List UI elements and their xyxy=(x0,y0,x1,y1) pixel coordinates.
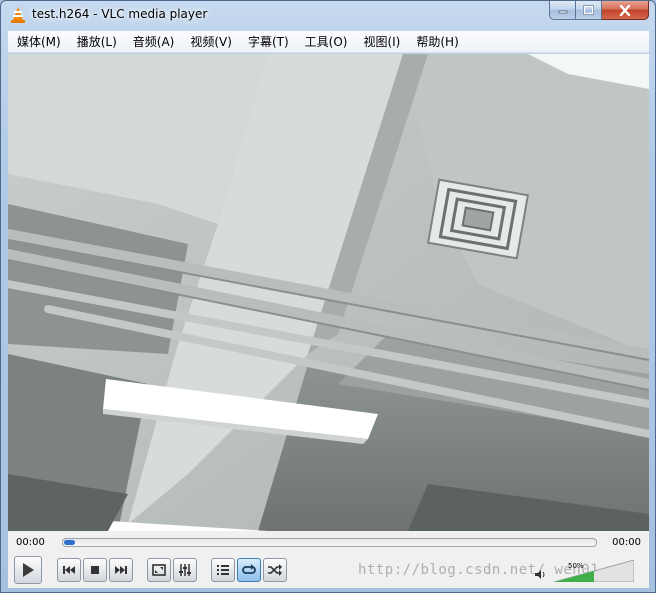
stop-button[interactable] xyxy=(83,558,107,582)
extended-settings-button[interactable] xyxy=(173,558,197,582)
menu-view[interactable]: 视图(I) xyxy=(357,31,406,52)
menu-help[interactable]: 帮助(H) xyxy=(410,31,464,52)
playlist-button[interactable] xyxy=(211,558,235,582)
seek-bar[interactable] xyxy=(62,538,597,547)
fullscreen-icon xyxy=(152,564,166,576)
volume-percent: 50% xyxy=(568,562,584,570)
loop-button[interactable] xyxy=(237,558,261,582)
play-icon xyxy=(23,563,34,577)
menu-audio[interactable]: 音频(A) xyxy=(127,31,181,52)
menu-media[interactable]: 媒体(M) xyxy=(11,31,67,52)
shuffle-icon xyxy=(268,564,282,576)
title-bar[interactable]: test.h264 - VLC media player xyxy=(1,1,655,29)
equalizer-icon xyxy=(179,564,191,576)
elapsed-time: 00:00 xyxy=(16,537,45,548)
seek-progress xyxy=(64,540,75,545)
previous-icon xyxy=(63,566,75,574)
shuffle-button[interactable] xyxy=(263,558,287,582)
next-icon xyxy=(115,566,127,574)
minimize-icon xyxy=(558,10,567,14)
window-title: test.h264 - VLC media player xyxy=(32,7,208,21)
video-display[interactable] xyxy=(8,54,649,531)
menu-bar: 媒体(M) 播放(L) 音频(A) 视频(V) 字幕(T) 工具(O) 视图(I… xyxy=(8,31,649,53)
previous-button[interactable] xyxy=(57,558,81,582)
total-time: 00:00 xyxy=(612,537,641,548)
vlc-cone-icon xyxy=(10,6,26,24)
controls-panel: 00:00 00:00 http://blog.csdn.net/ wen01 … xyxy=(8,531,649,588)
window-controls xyxy=(549,1,649,20)
menu-tools[interactable]: 工具(O) xyxy=(299,31,354,52)
close-icon xyxy=(619,4,631,16)
playlist-icon xyxy=(217,565,229,575)
maximize-icon xyxy=(583,5,594,15)
menu-video[interactable]: 视频(V) xyxy=(184,31,238,52)
menu-playback[interactable]: 播放(L) xyxy=(71,31,123,52)
speaker-icon[interactable] xyxy=(534,569,546,583)
vlc-window: test.h264 - VLC media player 媒体(M) 播放(L)… xyxy=(0,0,656,593)
next-button[interactable] xyxy=(109,558,133,582)
stop-icon xyxy=(91,566,99,574)
menu-subtitle[interactable]: 字幕(T) xyxy=(242,31,295,52)
close-button[interactable] xyxy=(602,1,649,20)
fullscreen-button[interactable] xyxy=(147,558,171,582)
volume-slider[interactable] xyxy=(554,560,634,582)
minimize-button[interactable] xyxy=(549,1,576,20)
video-frame xyxy=(8,54,649,531)
loop-icon xyxy=(242,564,256,574)
play-button[interactable] xyxy=(14,556,42,584)
maximize-button[interactable] xyxy=(576,1,602,20)
